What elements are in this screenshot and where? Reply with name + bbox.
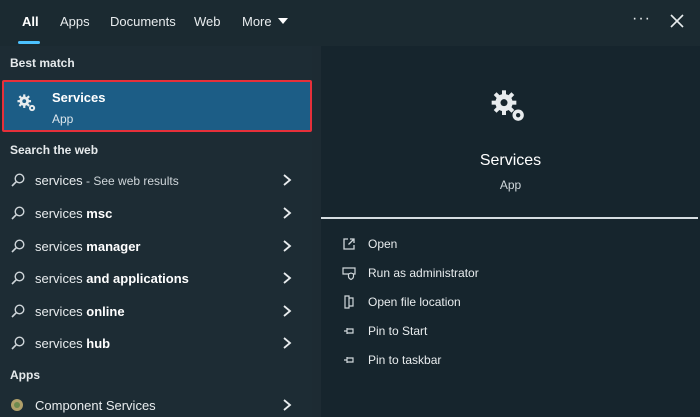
chevron-right-icon xyxy=(283,305,292,317)
best-match-title: Services xyxy=(52,90,106,105)
web-result-query: services xyxy=(35,336,87,351)
web-result-row[interactable]: services hub xyxy=(0,328,312,358)
chevron-right-icon xyxy=(283,207,292,219)
web-result-completion: msc xyxy=(86,206,113,221)
web-result-row[interactable]: services msc xyxy=(0,198,312,228)
detail-divider xyxy=(321,217,698,219)
tab-more[interactable]: More xyxy=(242,14,288,29)
web-result-query: services xyxy=(35,206,87,221)
tab-web[interactable]: Web xyxy=(194,14,221,29)
search-window: All Apps Documents Web More ··· Best mat… xyxy=(0,0,700,417)
gear-icon xyxy=(17,94,36,112)
chevron-right-icon xyxy=(283,174,292,186)
app-result-row[interactable]: Component Services xyxy=(0,392,312,417)
web-result-completion: online xyxy=(86,304,125,319)
detail-subtitle: App xyxy=(499,178,522,192)
web-result-query: services xyxy=(35,173,83,188)
action-label: Open file location xyxy=(368,295,461,309)
tab-more-label: More xyxy=(242,14,272,29)
search-icon xyxy=(11,206,25,220)
search-icon xyxy=(11,304,25,318)
detail-title: Services xyxy=(479,152,542,169)
web-result-query: services xyxy=(35,239,87,254)
web-result-row[interactable]: services online xyxy=(0,296,312,326)
action-label: Pin to taskbar xyxy=(368,353,442,367)
web-result-query: services xyxy=(35,271,87,286)
web-result-row[interactable]: services - See web results xyxy=(0,165,312,195)
active-tab-indicator xyxy=(18,41,40,44)
best-match-heading: Best match xyxy=(10,56,75,70)
folder-icon xyxy=(344,295,354,309)
app-result-label: Component Services xyxy=(35,398,156,413)
tab-all[interactable]: All xyxy=(22,14,39,29)
tab-documents[interactable]: Documents xyxy=(110,14,176,29)
detail-panel: Services App Open Run as administrator O… xyxy=(321,46,700,417)
search-icon xyxy=(11,239,25,253)
web-result-row[interactable]: services and applications xyxy=(0,263,312,293)
action-label: Run as administrator xyxy=(368,266,479,280)
web-result-query: services xyxy=(35,304,87,319)
chevron-right-icon xyxy=(283,337,292,349)
pin-icon xyxy=(344,357,354,363)
action-label: Open xyxy=(368,237,398,251)
web-result-completion: hub xyxy=(86,336,111,351)
search-web-heading: Search the web xyxy=(10,143,99,157)
web-result-text: services manager xyxy=(35,239,141,254)
web-result-row[interactable]: services manager xyxy=(0,231,312,261)
web-result-text: services - See web results xyxy=(35,173,179,188)
search-icon xyxy=(11,336,25,350)
open-icon xyxy=(343,238,355,250)
web-result-suffix: - See web results xyxy=(82,174,179,188)
more-options-icon[interactable]: ··· xyxy=(632,10,651,28)
caret-down-icon xyxy=(277,18,288,24)
best-match-result[interactable]: Services App xyxy=(2,80,312,132)
web-result-completion: manager xyxy=(86,239,141,254)
gear-icon xyxy=(491,90,524,121)
web-result-completion: and applications xyxy=(86,271,189,286)
search-icon xyxy=(11,173,25,187)
action-label: Pin to Start xyxy=(368,324,428,338)
chevron-right-icon xyxy=(283,399,292,411)
web-result-text: services online xyxy=(35,304,125,319)
shield-icon xyxy=(342,267,356,281)
apps-heading: Apps xyxy=(10,368,40,382)
chevron-right-icon xyxy=(283,240,292,252)
web-result-text: services and applications xyxy=(35,271,189,286)
component-services-icon xyxy=(11,399,23,411)
search-icon xyxy=(11,271,25,285)
close-icon[interactable] xyxy=(668,12,686,30)
filter-tab-bar: All Apps Documents Web More ··· xyxy=(0,0,700,46)
pin-icon xyxy=(344,328,354,334)
web-result-text: services msc xyxy=(35,206,112,221)
tab-apps[interactable]: Apps xyxy=(60,14,90,29)
web-result-text: services hub xyxy=(35,336,110,351)
chevron-right-icon xyxy=(283,272,292,284)
best-match-subtitle: App xyxy=(52,112,74,126)
